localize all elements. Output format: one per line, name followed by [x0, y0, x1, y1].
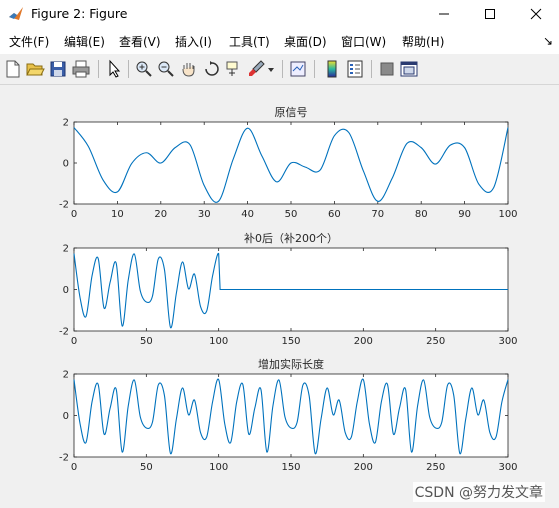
figure-canvas[interactable]: 原信号 0 10 20 30 40 50 60 70 80 90 100 -2 0 2 补0后（补200个） 0… [0, 85, 559, 508]
x-tick-label: 60 [328, 209, 341, 220]
minimize-button[interactable] [421, 0, 467, 28]
x-tick-label: 50 [140, 462, 153, 473]
minimize-icon [439, 13, 449, 15]
x-tick-label: 300 [498, 336, 517, 347]
y-tick-label: 0 [63, 159, 69, 170]
zoom-out-icon[interactable] [156, 59, 176, 79]
colorbar-icon[interactable] [322, 59, 342, 79]
x-tick-label: 70 [371, 209, 384, 220]
x-tick-label: 10 [111, 209, 124, 220]
menu-desktop[interactable]: 桌面(D) [284, 33, 327, 50]
menu-file[interactable]: 文件(F) [9, 33, 49, 50]
brush-dropdown-icon[interactable] [266, 59, 276, 79]
x-tick-label: 40 [241, 209, 254, 220]
x-tick-label: 100 [209, 462, 228, 473]
plot-title-2: 补0后（补200个） [244, 232, 338, 245]
toolbar-separator [98, 60, 99, 78]
watermark: CSDN @努力发文章 [412, 482, 545, 502]
menu-edit[interactable]: 编辑(E) [64, 33, 105, 50]
save-icon[interactable] [48, 59, 68, 79]
new-figure-icon[interactable] [3, 59, 23, 79]
y-tick-label: -2 [59, 200, 69, 211]
toolbar [0, 54, 559, 85]
link-plot-icon[interactable] [288, 59, 308, 79]
x-tick-label: 300 [498, 462, 517, 473]
data-cursor-icon[interactable] [224, 59, 244, 79]
toolbar-separator [128, 60, 129, 78]
brush-icon[interactable] [247, 59, 267, 79]
x-tick-label: 200 [354, 336, 373, 347]
y-tick-label: 0 [63, 285, 69, 296]
x-tick-label: 250 [426, 336, 445, 347]
y-tick-label: 2 [63, 244, 69, 255]
y-tick-label: -2 [59, 453, 69, 464]
x-tick-label: 250 [426, 462, 445, 473]
pan-icon[interactable] [179, 59, 199, 79]
plots-svg: 原信号0 10 20 30 40 50 60 70 80 90 100-202补0后（补200个）0… [59, 106, 518, 473]
x-tick-label: 150 [281, 336, 300, 347]
pointer-icon[interactable] [104, 59, 124, 79]
menu-insert[interactable]: 插入(I) [175, 33, 212, 50]
zoom-in-icon[interactable] [134, 59, 154, 79]
y-tick-label: 2 [63, 370, 69, 381]
x-tick-label: 80 [415, 209, 428, 220]
title-bar: Figure 2: Figure [0, 0, 559, 28]
hide-plot-tools-icon[interactable] [377, 59, 397, 79]
toolbar-separator [314, 60, 315, 78]
plot-title-1: 原信号 [275, 106, 308, 119]
dock-arrow-icon[interactable]: ↘ [543, 34, 553, 48]
x-tick-label: 30 [198, 209, 211, 220]
x-tick-label: 0 [71, 462, 77, 473]
y-tick-label: 2 [63, 118, 69, 129]
legend-icon[interactable] [345, 59, 365, 79]
x-tick-label: 50 [285, 209, 298, 220]
window-title: Figure 2: Figure [31, 6, 128, 21]
plot-title-3: 增加实际长度 [258, 357, 324, 371]
x-tick-label: 150 [281, 462, 300, 473]
menu-window[interactable]: 窗口(W) [341, 33, 386, 50]
x-tick-label: 90 [458, 209, 471, 220]
x-tick-label: 100 [209, 336, 228, 347]
x-tick-label: 0 [71, 336, 77, 347]
maximize-button[interactable] [467, 0, 513, 28]
maximize-icon [485, 9, 495, 19]
x-tick-label: 100 [498, 209, 517, 220]
print-icon[interactable] [71, 59, 91, 79]
menu-help[interactable]: 帮助(H) [402, 33, 444, 50]
x-tick-label: 0 [71, 209, 77, 220]
toolbar-separator [282, 60, 283, 78]
y-tick-label: 0 [63, 411, 69, 422]
open-icon[interactable] [25, 59, 45, 79]
x-tick-label: 20 [154, 209, 167, 220]
x-tick-label: 50 [140, 336, 153, 347]
x-tick-label: 200 [354, 462, 373, 473]
show-plot-tools-icon[interactable] [399, 59, 419, 79]
y-tick-label: -2 [59, 327, 69, 338]
rotate-3d-icon[interactable] [202, 59, 222, 79]
toolbar-separator [371, 60, 372, 78]
close-button[interactable] [513, 0, 559, 28]
matlab-logo-icon [9, 7, 23, 20]
menu-view[interactable]: 查看(V) [119, 33, 161, 50]
close-icon [530, 8, 542, 20]
menu-bar: 文件(F) 编辑(E) 查看(V) 插入(I) 工具(T) 桌面(D) 窗口(W… [0, 28, 559, 54]
menu-tools[interactable]: 工具(T) [229, 33, 270, 50]
